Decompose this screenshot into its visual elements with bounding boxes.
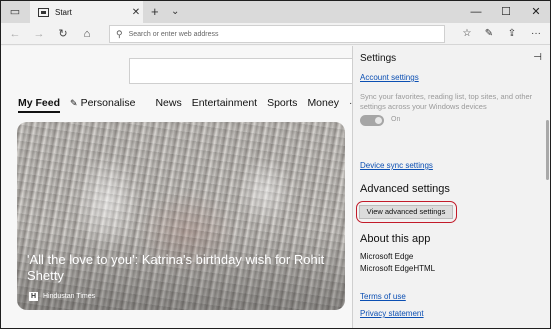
web-note-pen-icon[interactable]: ✎ [481, 26, 497, 42]
settings-panel: Settings ⊣ Account settings Sync your fa… [352, 46, 550, 328]
back-arrow-icon[interactable]: ← [6, 25, 24, 43]
source-logo-icon: H [29, 292, 38, 301]
more-menu-icon[interactable]: ··· [528, 26, 544, 42]
tab-close-icon[interactable]: ✕ [129, 7, 143, 18]
news-card-headline[interactable]: 'All the love to you': Katrina's birthda… [27, 252, 327, 284]
tab-list-chevron-icon[interactable]: ⌄ [171, 4, 179, 20]
view-advanced-settings-button[interactable]: View advanced settings [359, 205, 453, 219]
about-heading: About this app [360, 233, 431, 245]
feed-tab-entertainment[interactable]: Entertainment [192, 97, 257, 109]
browser-window: ▭ Start ✕ + ⌄ — ☐ ✕ ← → ↻ ⌂ ⚲ Search or … [0, 0, 551, 329]
forward-arrow-icon[interactable]: → [30, 25, 48, 43]
close-window-button[interactable]: ✕ [521, 1, 550, 23]
page-search-box[interactable] [129, 58, 353, 84]
pencil-icon: ✎ [70, 98, 78, 108]
settings-title: Settings [360, 53, 397, 64]
privacy-statement-link[interactable]: Privacy statement [360, 309, 424, 318]
sync-description: Sync your favorites, reading list, top s… [360, 92, 533, 111]
news-card-source: H Hindustan Times [29, 292, 95, 301]
account-settings-link[interactable]: Account settings [360, 73, 419, 82]
feed-tab-personalise-label: Personalise [80, 97, 136, 109]
maximize-button[interactable]: ☐ [491, 1, 521, 23]
pin-icon[interactable]: ⊣ [533, 52, 542, 63]
address-placeholder: Search or enter web address [128, 30, 219, 38]
settings-scrollbar[interactable] [546, 120, 549, 180]
tab-start[interactable]: Start ✕ [30, 1, 143, 23]
news-card[interactable]: 'All the love to you': Katrina's birthda… [17, 122, 345, 310]
navigation-bar: ← → ↻ ⌂ ⚲ Search or enter web address ☆ … [1, 23, 550, 45]
start-page-icon [38, 7, 49, 17]
address-bar[interactable]: ⚲ Search or enter web address [109, 25, 445, 43]
feed-tab-my-feed[interactable]: My Feed [18, 97, 61, 113]
search-icon: ⚲ [116, 28, 123, 39]
tab-preview-icon[interactable]: ▭ [7, 4, 23, 20]
favorites-icon[interactable]: ☆ [459, 26, 475, 42]
feed-tab-sports[interactable]: Sports [267, 97, 297, 109]
refresh-icon[interactable]: ↻ [54, 25, 72, 43]
tab-bar: ▭ Start ✕ + ⌄ — ☐ ✕ [1, 1, 550, 23]
feed-tab-money[interactable]: Money [307, 97, 339, 109]
about-edgehtml-version: Microsoft EdgeHTML [360, 264, 436, 273]
terms-of-use-link[interactable]: Terms of use [360, 292, 406, 301]
start-page: My Feed ✎ Personalise News Entertainment … [1, 46, 361, 328]
minimize-button[interactable]: — [461, 1, 491, 23]
advanced-settings-heading: Advanced settings [360, 183, 450, 195]
home-icon[interactable]: ⌂ [78, 25, 96, 43]
tab-title: Start [55, 7, 72, 17]
feed-tab-news[interactable]: News [155, 97, 181, 109]
sync-toggle[interactable] [360, 115, 384, 126]
new-tab-button[interactable]: + [151, 4, 159, 20]
sync-toggle-label: On [391, 116, 401, 123]
feed-tab-personalise[interactable]: ✎ Personalise [70, 97, 135, 109]
news-card-source-name: Hindustan Times [43, 293, 96, 300]
share-icon[interactable]: ⇪ [504, 26, 520, 42]
feed-nav: My Feed ✎ Personalise News Entertainment … [1, 93, 361, 113]
about-edge-version: Microsoft Edge [360, 252, 414, 261]
device-sync-settings-link[interactable]: Device sync settings [360, 161, 433, 170]
